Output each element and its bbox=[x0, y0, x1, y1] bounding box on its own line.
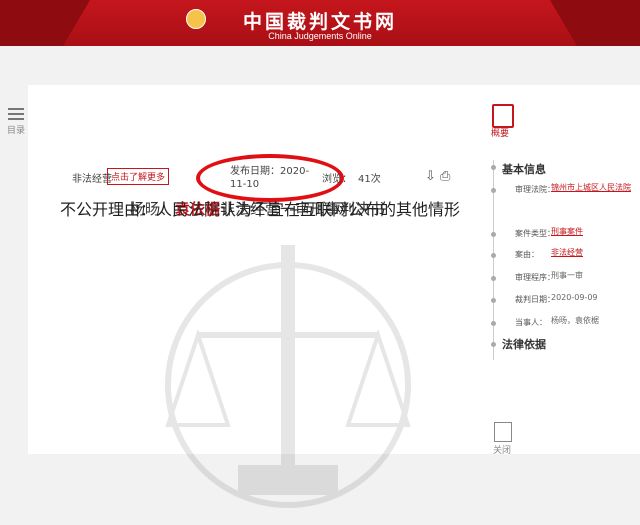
views-label: 浏览： bbox=[322, 174, 352, 185]
field-key: 审理法院： bbox=[515, 185, 555, 194]
field-key: 案件类型： bbox=[515, 229, 555, 238]
document-paper: 杨旸、袁依椐非法经营一审刑事判决书 bbox=[28, 85, 487, 508]
overview-icon[interactable] bbox=[492, 104, 514, 128]
timeline-dot bbox=[491, 276, 496, 281]
court-emblem-watermark-icon bbox=[165, 245, 411, 508]
close-panel-icon[interactable] bbox=[494, 422, 512, 442]
menu-icon bbox=[5, 108, 27, 120]
field-key: 裁判日期： bbox=[515, 295, 555, 304]
timeline-dot bbox=[491, 253, 496, 258]
field-value: 2020-09-09 bbox=[551, 293, 598, 302]
cause-link[interactable]: 非法经营 bbox=[551, 244, 639, 262]
timeline-dot bbox=[491, 232, 496, 237]
timeline-dot bbox=[491, 298, 496, 303]
overview-label[interactable]: 概要 bbox=[491, 126, 509, 139]
print-icon[interactable]: ⎙ bbox=[440, 169, 450, 184]
download-icon[interactable]: ⇩ bbox=[425, 169, 436, 184]
toc-label: 目录 bbox=[6, 126, 25, 136]
case-cause: 非法经营 bbox=[72, 174, 112, 185]
field-key: 案由： bbox=[515, 250, 539, 259]
close-label[interactable]: 关闭 bbox=[493, 443, 511, 456]
timeline-dot bbox=[491, 188, 496, 193]
table-of-contents-button[interactable]: 目录 bbox=[5, 105, 27, 136]
site-header: 中国裁判文书网 China Judgements Online bbox=[0, 0, 640, 46]
timeline-dot bbox=[491, 165, 496, 170]
document-tools: ⇩ ⎙ bbox=[425, 169, 450, 184]
site-title[interactable]: 中国裁判文书网 bbox=[0, 7, 640, 34]
case-type-link[interactable]: 刑事案件 bbox=[551, 223, 639, 241]
field-key: 当事人： bbox=[515, 318, 547, 327]
field-key: 审理程序： bbox=[515, 273, 555, 282]
learn-more-tag[interactable]: 点击了解更多 bbox=[107, 168, 170, 185]
timeline-dot bbox=[491, 342, 496, 347]
legal-basis-heading[interactable]: 法律依据 bbox=[502, 336, 546, 352]
site-subtitle: China Judgements Online bbox=[268, 31, 372, 41]
timeline-dot bbox=[491, 321, 496, 326]
court-link[interactable]: 锦州市上城区人民法院 bbox=[551, 179, 639, 197]
field-value: 刑事一审 bbox=[551, 271, 583, 280]
field-value: 杨旸，袁依椐 bbox=[551, 316, 599, 325]
views-count: 41次 bbox=[358, 174, 381, 185]
basic-info-heading[interactable]: 基本信息 bbox=[502, 161, 546, 177]
nondisclosure-reason: 不公开理由：人民法院认为不宜在互联网公布的其他情形 bbox=[59, 200, 460, 219]
